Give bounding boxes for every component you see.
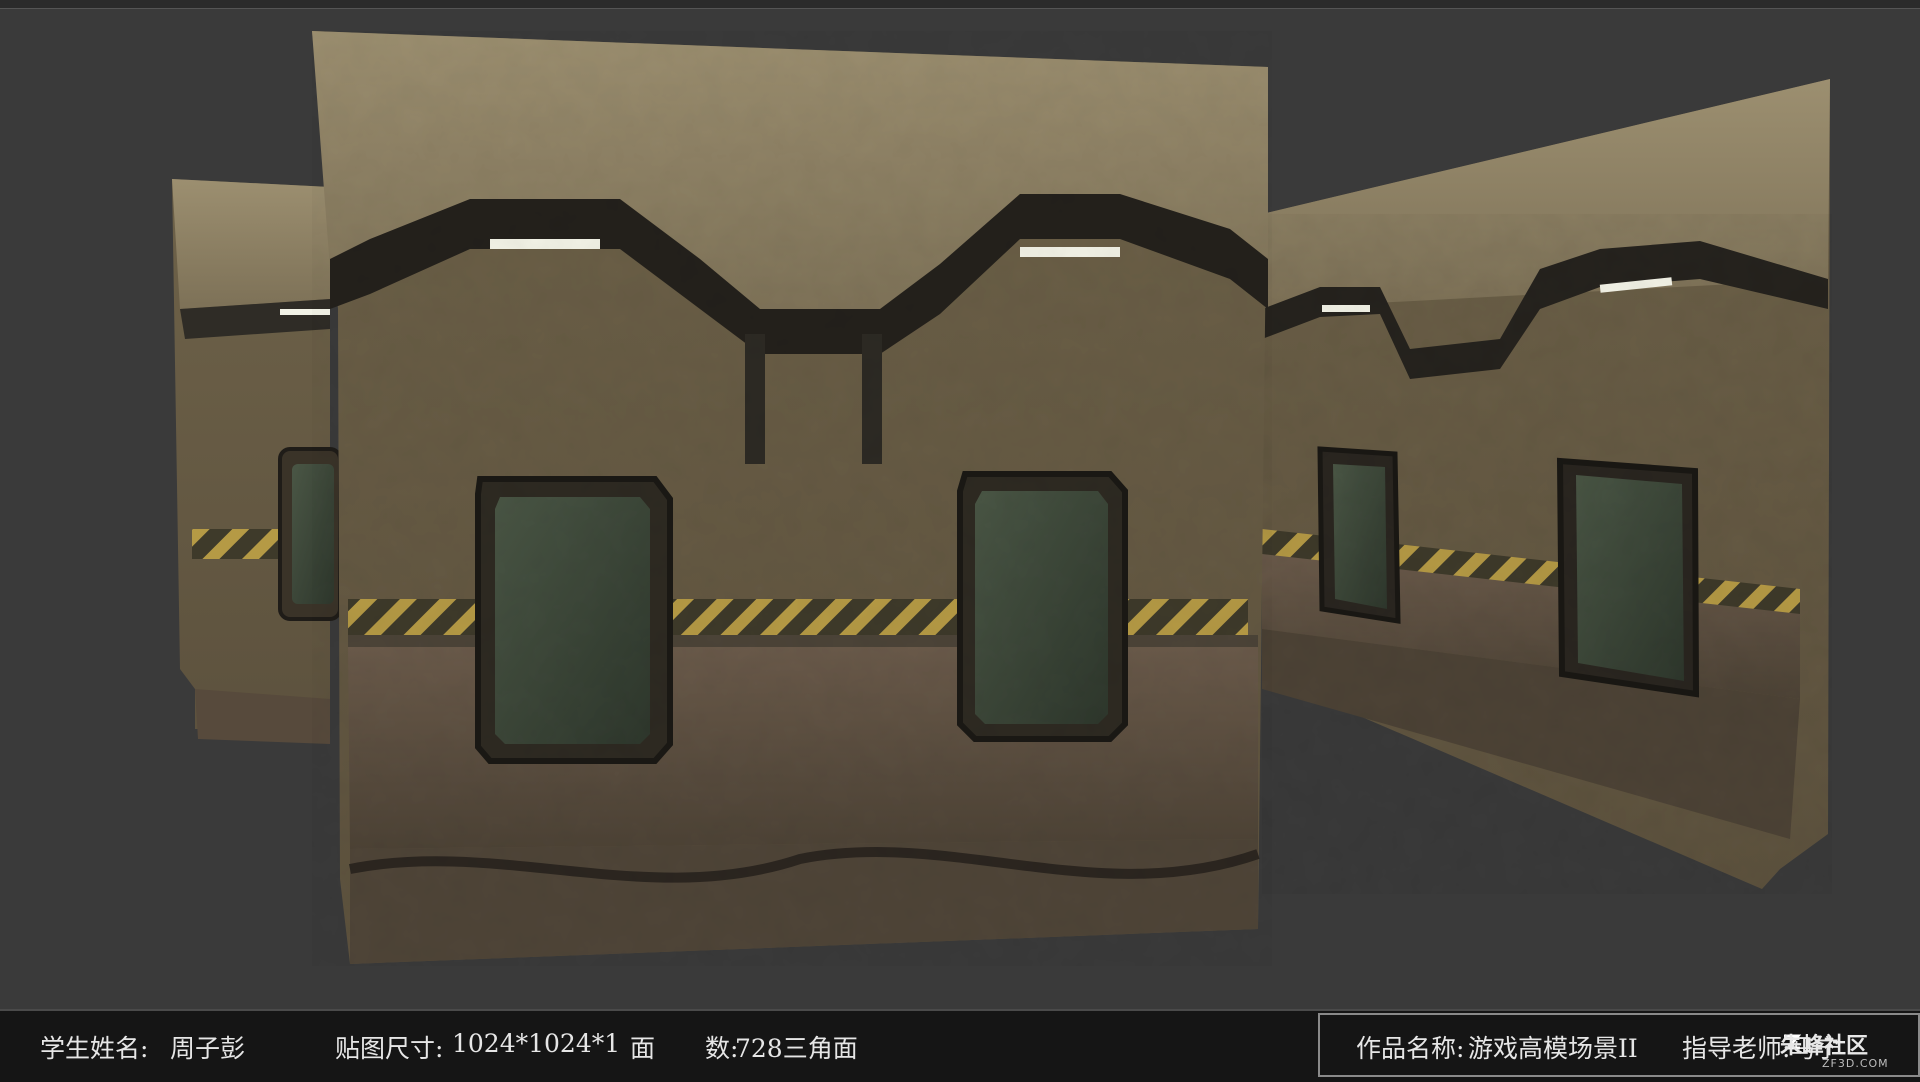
render-viewport	[0, 9, 1920, 1009]
info-bar: 学生姓名: 周子彭 贴图尺寸: 1024*1024*1 面 数: 728三角面 …	[0, 1009, 1920, 1082]
texture-label: 贴图尺寸:	[335, 1034, 444, 1063]
work-name: 游戏高模场景II	[1468, 1034, 1638, 1063]
info-left-panel: 学生姓名: 周子彭 贴图尺寸: 1024*1024*1 面 数: 728三角面	[0, 1011, 1315, 1082]
top-border	[0, 0, 1920, 9]
scene-render	[172, 31, 1832, 966]
wall-module-right	[1262, 79, 1832, 894]
watermark-text: 朱峰社区	[1780, 1034, 1869, 1059]
student-label: 学生姓名:	[40, 1034, 149, 1063]
texture-size: 1024*1024*1	[452, 1029, 621, 1058]
teacher-label: 指导老师:	[1682, 1034, 1791, 1063]
faces-value: 728三角面	[735, 1034, 858, 1063]
wall-module-front	[312, 31, 1272, 966]
faces-label: 面 数:	[630, 1034, 739, 1063]
watermark-subtext: ZF3D.COM	[1822, 1057, 1889, 1070]
student-name: 周子彭	[170, 1034, 246, 1063]
work-label: 作品名称:	[1356, 1034, 1465, 1063]
